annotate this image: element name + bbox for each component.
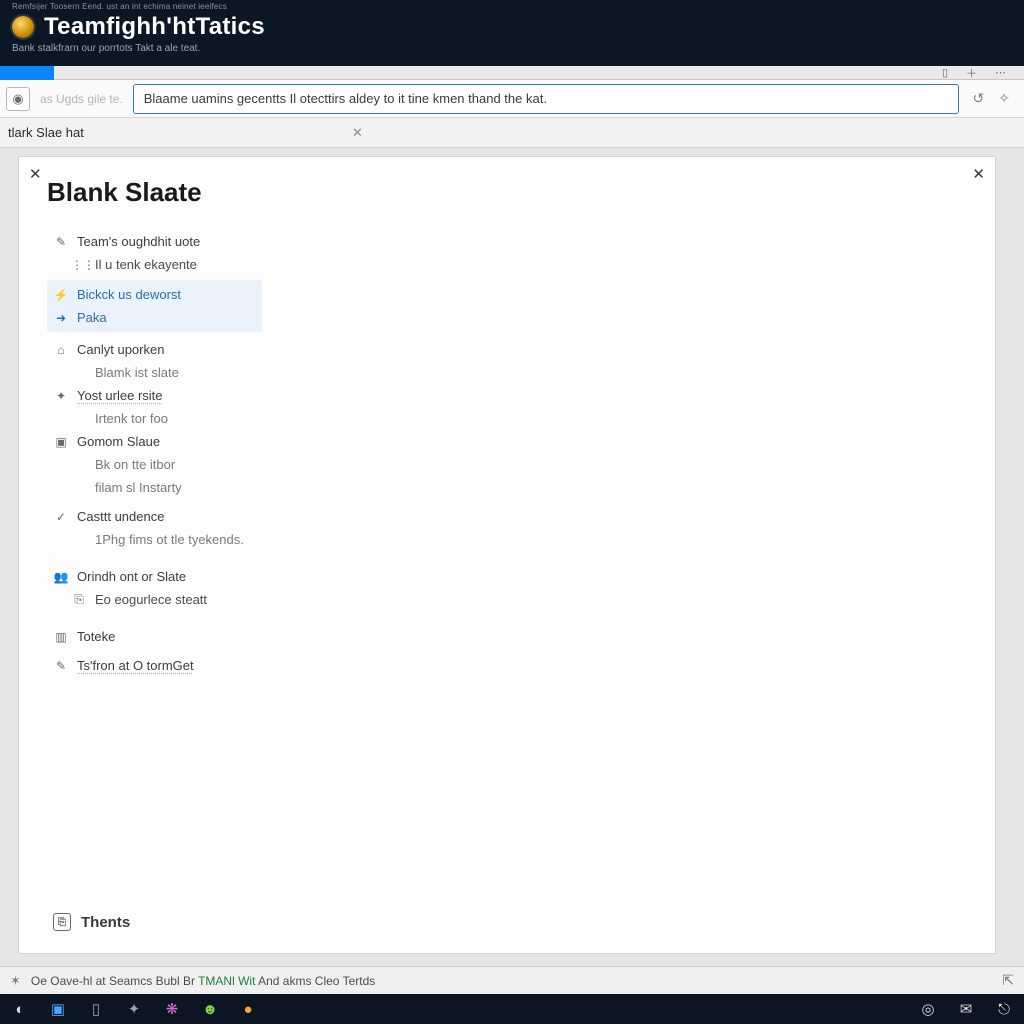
nav-item-yost[interactable]: ✦ Yost urlee rsite	[47, 384, 973, 407]
menu-dots-icon[interactable]: ⋯	[995, 66, 1006, 79]
url-input[interactable]	[144, 91, 948, 106]
add-tab-icon[interactable]: ＋	[966, 65, 977, 81]
cube-icon: ▣	[53, 435, 69, 449]
browser-tab-strip: ▯ ＋ ⋯	[0, 66, 1024, 80]
nav-item-gomom[interactable]: ▣ Gomom Slaue	[47, 430, 973, 453]
status-text: Oe Oave-hl at Seamcs Bubl Br TMANl Wit A…	[31, 974, 375, 988]
nav-item-orindh[interactable]: 👥 Orindh ont or Slate	[47, 565, 973, 588]
taskbar-app6-icon[interactable]: ●	[238, 999, 258, 1019]
url-bar-row: ◉ as Ugds gile te. ↺ ✧	[0, 80, 1024, 118]
document-tab[interactable]: tlark Slae hat	[0, 125, 98, 140]
drag-icon: ⋮⋮	[71, 258, 87, 272]
taskbar-tray3-icon[interactable]: ⎋	[994, 999, 1014, 1019]
app-title: Teamfighh'htTatics	[44, 13, 265, 41]
taskbar-tray1-icon[interactable]: ◎	[918, 999, 938, 1019]
panel-close-left-icon[interactable]: ✕	[29, 165, 42, 183]
taskbar-globe-icon[interactable]: ◐	[10, 999, 30, 1019]
copy-icon: ⎘	[71, 592, 87, 607]
nav-item-casttt[interactable]: ✓ Casttt undence	[47, 505, 973, 528]
arrow-icon: ➜	[53, 311, 69, 325]
taskbar-app2-icon[interactable]: ▯	[86, 999, 106, 1019]
nav-item-canlyt[interactable]: ⌂ Canlyt uporken	[47, 338, 973, 361]
thents-icon: ⎘	[53, 913, 71, 931]
status-icon: ✶	[10, 973, 21, 989]
status-link[interactable]: TMANl Wit	[198, 974, 255, 988]
document-tab-bar: tlark Slae hat ✕	[0, 118, 1024, 148]
os-taskbar: ◐ ▣ ▯ ✦ ❋ ☻ ● ◎ ✉ ⎋	[0, 994, 1024, 1024]
nav-item-filam[interactable]: filam sl Instarty	[65, 476, 973, 499]
url-hint: as Ugds gile te.	[36, 92, 127, 106]
nav-item-eo[interactable]: ⎘ Eo eogurlece steatt	[65, 588, 973, 611]
check-icon: ✓	[53, 510, 69, 524]
nav-item-tenk[interactable]: ⋮⋮ Il u tenk ekayente	[65, 253, 973, 276]
nav-item-paka[interactable]: ➜ Paka	[47, 306, 262, 329]
pencil-icon: ✎	[53, 235, 69, 249]
nav-item-team-note[interactable]: ✎ Team's oughdhit uote	[47, 230, 973, 253]
taskbar-app5-icon[interactable]: ☻	[200, 999, 220, 1019]
screenshot-button[interactable]: ◉	[6, 87, 30, 111]
status-bar: ✶ Oe Oave-hl at Seamcs Bubl Br TMANl Wit…	[0, 966, 1024, 994]
side-nav: ✎ Team's oughdhit uote ⋮⋮ Il u tenk ekay…	[47, 230, 973, 677]
grid-icon: ▥	[53, 630, 69, 644]
nav-item-bickck[interactable]: ⚡ Bickck us deworst	[47, 283, 262, 306]
taskbar-tray2-icon[interactable]: ✉	[956, 999, 976, 1019]
app-logo-icon	[12, 16, 34, 38]
url-input-wrapper[interactable]	[133, 84, 959, 114]
window-menu-text: Remfsijer Toosern Eend. ust an int echim…	[12, 0, 1012, 11]
taskbar-app1-icon[interactable]: ▣	[48, 999, 68, 1019]
reload-icon[interactable]: ↺	[973, 90, 985, 107]
nav-item-irtenk[interactable]: Irtenk tor foo	[65, 407, 973, 430]
sparkle-icon: ✦	[53, 389, 69, 403]
bolt-icon: ⚡	[53, 288, 69, 302]
panel-title: Blank Slaate	[47, 177, 973, 208]
extension-icon[interactable]: ✧	[998, 90, 1010, 107]
nav-item-phg[interactable]: 1Phg fims ot tle tyekends.	[65, 528, 973, 551]
panel-close-right-icon[interactable]: ✕	[972, 165, 985, 183]
work-area: ✕ ✕ Blank Slaate ✎ Team's oughdhit uote …	[0, 148, 1024, 966]
thents-label: Thents	[81, 914, 130, 931]
nav-item-blamk[interactable]: Blamk ist slate	[65, 361, 973, 384]
home-icon: ⌂	[53, 343, 69, 357]
active-tab-indicator	[0, 66, 54, 80]
taskbar-app4-icon[interactable]: ❋	[162, 999, 182, 1019]
main-panel: ✕ ✕ Blank Slaate ✎ Team's oughdhit uote …	[18, 156, 996, 954]
app-subtitle: Bank stalkfrarn our porrtots Takt a ale …	[12, 43, 1012, 54]
nav-item-bkon[interactable]: Bk on tte itbor	[65, 453, 973, 476]
close-tab-icon[interactable]: ✕	[352, 125, 672, 141]
thents-section[interactable]: ⎘ Thents	[53, 913, 130, 931]
bookmark-icon[interactable]: ▯	[942, 66, 948, 79]
nav-item-toteke[interactable]: ▥ Toteke	[47, 625, 973, 648]
edit-icon: ✎	[53, 659, 69, 673]
app-titlebar: Remfsijer Toosern Eend. ust an int echim…	[0, 0, 1024, 66]
status-right-icon[interactable]: ⇱	[1002, 972, 1014, 989]
people-icon: 👥	[53, 570, 69, 584]
nav-selected-group: ⚡ Bickck us deworst ➜ Paka	[47, 280, 262, 332]
nav-item-tsfron[interactable]: ✎ Ts'fron at O tormGet	[47, 654, 973, 677]
taskbar-app3-icon[interactable]: ✦	[124, 999, 144, 1019]
